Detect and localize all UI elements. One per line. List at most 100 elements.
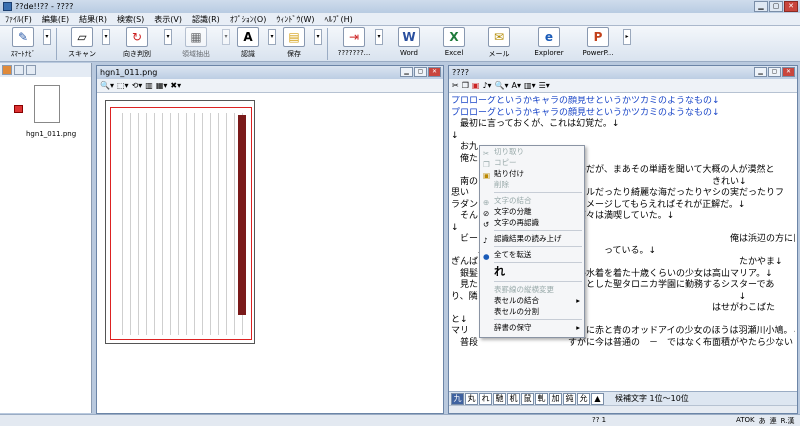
candidate-char[interactable]: 丸 xyxy=(465,392,478,405)
candidate-char[interactable]: 机 xyxy=(507,392,520,405)
region-type-icon[interactable]: ▦▾ xyxy=(156,81,168,90)
thumbnail-label: hgn1_011.png xyxy=(26,130,77,138)
candidate-scroll-icon[interactable]: ▲ xyxy=(591,392,604,405)
ime-input[interactable]: あ xyxy=(759,416,766,426)
menu-transfer-all[interactable]: ● 全てを転送 xyxy=(480,249,584,261)
smart-navi-button[interactable]: ✎ ｽﾏｰﾄﾅﾋﾞ ▾ xyxy=(4,26,51,62)
ime-kanji[interactable]: R.漢 xyxy=(781,416,795,426)
view-grid-icon[interactable] xyxy=(2,65,12,75)
region-icon: ▦ xyxy=(185,27,207,47)
menu-selected-char[interactable]: れ xyxy=(480,265,584,279)
candidate-char[interactable]: れ xyxy=(479,392,492,405)
image-window-titlebar: hgn1_011.png ▁ ▢ ✕ xyxy=(97,66,443,79)
menu-copy[interactable]: ❐ コピー xyxy=(480,157,584,169)
image-min-button[interactable]: ▁ xyxy=(400,67,413,77)
region-extract-button[interactable]: ▦ 領域抽出 ▾ xyxy=(171,26,230,62)
paste-icon: ▣ xyxy=(483,171,491,180)
rotate-icon: ↻ xyxy=(126,27,148,47)
page-heading-column xyxy=(238,115,246,315)
search-text-icon[interactable]: 🔍▾ xyxy=(495,81,509,90)
save-button[interactable]: ▤ 保存 ▾ xyxy=(275,26,322,62)
candidate-char[interactable]: 九 xyxy=(451,392,464,405)
word-icon: W xyxy=(398,27,420,47)
scan-button[interactable]: ▱ スキャン ▾ xyxy=(63,26,110,62)
status-text: ?? 1 xyxy=(592,416,607,424)
dictionary-icon[interactable]: ▥▾ xyxy=(524,81,536,90)
menu-file[interactable]: ﾌｧｲﾙ(F) xyxy=(0,14,37,25)
candidate-char[interactable]: 鼠 xyxy=(521,392,534,405)
page-thumbnail[interactable] xyxy=(34,85,60,123)
menu-cut[interactable]: ✂ 切り取り xyxy=(480,146,584,158)
export-button[interactable]: ⇥???????... ▾ xyxy=(334,26,383,62)
menu-table-split[interactable]: 表セルの分割 xyxy=(480,306,584,317)
ime-convert[interactable]: 連 xyxy=(770,416,777,426)
text-close-button[interactable]: ✕ xyxy=(782,67,795,77)
menu-window[interactable]: ｳｨﾝﾄﾞｳ(W) xyxy=(271,14,319,25)
candidate-char[interactable]: 鈍 xyxy=(563,392,576,405)
explorer-button[interactable]: e Explorer xyxy=(524,26,574,62)
candidate-char[interactable]: 允 xyxy=(577,392,590,405)
menu-table-merge[interactable]: 表セルの結合 ▸ xyxy=(480,295,584,306)
menu-result[interactable]: 結果(R) xyxy=(74,14,112,25)
text-max-button[interactable]: ▢ xyxy=(768,67,781,77)
menu-paste[interactable]: ▣ 貼り付け xyxy=(480,168,584,180)
menu-rerecognize[interactable]: ↺ 文字の再認識 xyxy=(480,217,584,229)
menu-edit[interactable]: 編集(E) xyxy=(37,14,74,25)
menu-delete[interactable]: 削除 xyxy=(480,179,584,190)
image-close-button[interactable]: ✕ xyxy=(428,67,441,77)
select-icon[interactable]: ⬚▾ xyxy=(117,81,129,90)
rerecognize-icon: ↺ xyxy=(483,220,490,229)
paste-icon[interactable]: ▣ xyxy=(472,81,480,90)
word-button[interactable]: W Word xyxy=(384,26,434,62)
save-dropdown[interactable]: ▾ xyxy=(314,29,322,45)
cut-icon[interactable]: ✂ xyxy=(452,81,459,90)
copy-icon[interactable]: ❐ xyxy=(462,81,469,90)
thumbnail-panel: hgn1_011.png xyxy=(0,63,92,413)
view-list-icon[interactable] xyxy=(14,65,24,75)
candidate-char[interactable]: 加 xyxy=(549,392,562,405)
menu-options[interactable]: ｵﾌﾟｼｮﾝ(O) xyxy=(225,14,272,25)
error-flag-icon xyxy=(14,105,23,113)
layout-icon[interactable]: ☰▾ xyxy=(539,81,550,90)
smart-navi-dropdown[interactable]: ▾ xyxy=(43,29,51,45)
menu-view[interactable]: 表示(V) xyxy=(149,14,187,25)
menu-split-chars[interactable]: ⊘ 文字の分離 xyxy=(480,206,584,218)
candidate-char[interactable]: 軋 xyxy=(535,392,548,405)
menu-table-line-orient[interactable]: 表罫線の縦横変更 xyxy=(480,284,584,295)
ime-mode[interactable]: ATOK xyxy=(736,416,755,426)
orientation-button[interactable]: ↻ 向き判別 ▾ xyxy=(111,26,172,62)
zoom-icon[interactable]: 🔍▾ xyxy=(100,81,114,90)
candidate-char[interactable]: 馳 xyxy=(493,392,506,405)
maximize-button[interactable]: ▢ xyxy=(769,1,783,12)
scanned-page-image[interactable] xyxy=(105,100,255,344)
split-region-icon[interactable]: ▥ xyxy=(145,81,153,90)
image-toolbar: 🔍▾ ⬚▾ ⟲▾ ▥ ▦▾ ✖▾ xyxy=(97,79,443,93)
window-title-bar: ??de!!?? - ???? ▁ ▢ ✕ xyxy=(0,0,800,13)
more-tools-dropdown[interactable]: ▸ xyxy=(623,29,631,45)
horizontal-scrollbar[interactable] xyxy=(449,405,797,413)
minimize-button[interactable]: ▁ xyxy=(754,1,768,12)
menu-join-chars[interactable]: ⊕ 文字の結合 xyxy=(480,195,584,207)
mail-button[interactable]: ✉ メール xyxy=(474,26,524,62)
font-icon[interactable]: A▾ xyxy=(512,81,522,90)
menu-read-aloud[interactable]: ♪ 認識結果の読み上げ xyxy=(480,233,584,245)
text-min-button[interactable]: ▁ xyxy=(754,67,767,77)
menu-search[interactable]: 検索(S) xyxy=(112,14,149,25)
rotate-page-icon[interactable]: ⟲▾ xyxy=(132,81,143,90)
scan-dropdown[interactable]: ▾ xyxy=(102,29,110,45)
export-dropdown[interactable]: ▾ xyxy=(375,29,383,45)
close-button[interactable]: ✕ xyxy=(784,1,798,12)
menu-help[interactable]: ﾍﾙﾌﾟ(H) xyxy=(320,14,358,25)
delete-region-icon[interactable]: ✖▾ xyxy=(170,81,181,90)
recognize-button[interactable]: A 認識 ▾ xyxy=(229,26,276,62)
copy-icon: ❐ xyxy=(483,160,490,169)
export-icon: ⇥ xyxy=(343,27,365,47)
excel-button[interactable]: X Excel xyxy=(434,26,474,62)
menu-recognize[interactable]: 認識(R) xyxy=(187,14,225,25)
submenu-arrow-icon: ▸ xyxy=(576,296,580,305)
speak-icon[interactable]: ♪▾ xyxy=(482,81,491,90)
menu-dictionary[interactable]: 辞書の保守 ▸ xyxy=(480,322,584,333)
image-max-button[interactable]: ▢ xyxy=(414,67,427,77)
view-detail-icon[interactable] xyxy=(26,65,36,75)
powerpoint-button[interactable]: P PowerP... ▸ xyxy=(574,26,631,62)
